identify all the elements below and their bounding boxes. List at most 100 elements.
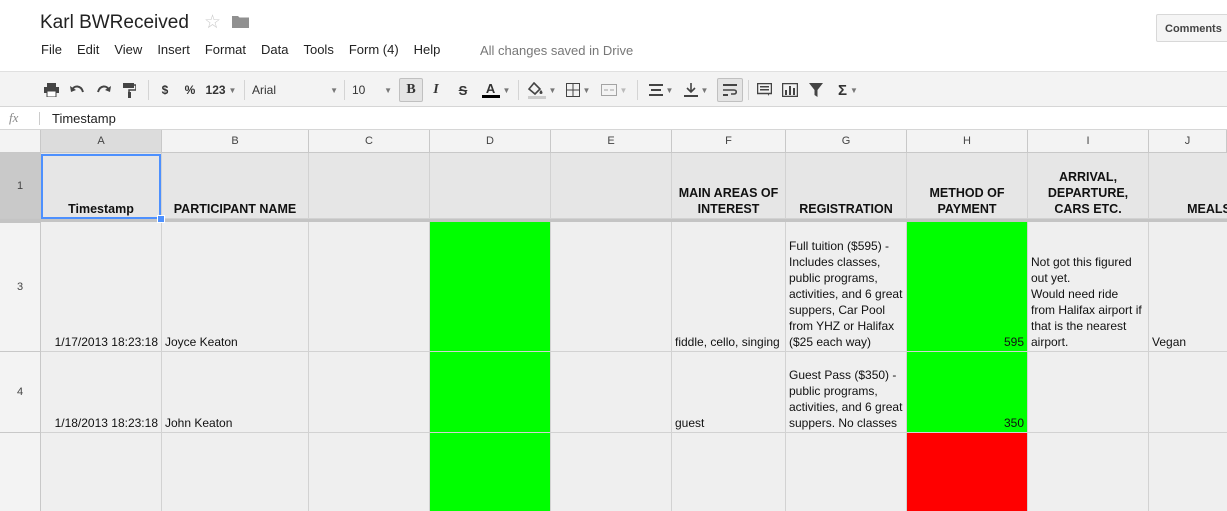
font-size-dropdown[interactable]: 10 ▼ xyxy=(352,80,392,100)
merge-icon xyxy=(600,84,617,96)
cell-e4[interactable] xyxy=(551,352,672,433)
select-all-corner[interactable] xyxy=(0,130,41,153)
vertical-align-button[interactable]: ▼ xyxy=(680,80,712,100)
wrap-text-button[interactable] xyxy=(717,78,743,102)
formula-input[interactable]: Timestamp xyxy=(52,111,116,126)
column-header-g[interactable]: G xyxy=(786,130,907,153)
undo-button[interactable] xyxy=(68,80,86,100)
cell-j1[interactable]: MEALS xyxy=(1149,153,1227,219)
redo-button[interactable] xyxy=(94,80,112,100)
star-icon[interactable]: ☆ xyxy=(204,11,221,34)
font-family-label: Arial xyxy=(252,83,277,97)
cell-b1[interactable]: PARTICIPANT NAME xyxy=(162,153,309,219)
cell-g1[interactable]: REGISTRATION xyxy=(786,153,907,219)
cell-e1[interactable] xyxy=(551,153,672,219)
cell-j4[interactable] xyxy=(1149,352,1227,433)
cell-g4[interactable]: Guest Pass ($350) - public programs, act… xyxy=(786,352,907,433)
column-header-c[interactable]: C xyxy=(309,130,430,153)
cell-f5[interactable] xyxy=(672,433,786,511)
column-header-d[interactable]: D xyxy=(430,130,551,153)
merge-cells-button[interactable]: ▼ xyxy=(598,80,630,100)
filter-button[interactable] xyxy=(807,80,825,100)
row-header-1[interactable]: 1 xyxy=(0,153,41,219)
text-color-button[interactable]: A ▼ xyxy=(479,80,513,100)
currency-format-button[interactable]: $ xyxy=(158,80,172,100)
insert-chart-button[interactable] xyxy=(781,80,799,100)
cell-d5[interactable] xyxy=(430,433,551,511)
column-header-h[interactable]: H xyxy=(907,130,1028,153)
row-header-4[interactable]: 4 xyxy=(0,352,41,433)
cell-h3[interactable]: 595 xyxy=(907,222,1028,352)
font-family-dropdown[interactable]: Arial ▼ xyxy=(252,80,338,100)
cell-h5[interactable] xyxy=(907,433,1028,511)
menu-edit[interactable]: Edit xyxy=(77,42,99,60)
cell-h4[interactable]: 350 xyxy=(907,352,1028,433)
functions-dropdown[interactable]: Σ ▼ xyxy=(833,80,863,100)
cell-a5[interactable] xyxy=(41,433,162,511)
fill-color-button[interactable]: ▼ xyxy=(526,80,558,100)
italic-button[interactable]: I xyxy=(428,80,444,100)
percent-format-button[interactable]: % xyxy=(183,80,197,100)
chart-icon xyxy=(782,83,798,97)
cell-g5[interactable] xyxy=(786,433,907,511)
print-button[interactable] xyxy=(42,80,60,100)
cell-e3[interactable] xyxy=(551,222,672,352)
cell-d4[interactable] xyxy=(430,352,551,433)
cell-b5[interactable] xyxy=(162,433,309,511)
menu-help[interactable]: Help xyxy=(414,42,441,60)
cell-b3[interactable]: Joyce Keaton xyxy=(162,222,309,352)
cell-c1[interactable] xyxy=(309,153,430,219)
menu-format[interactable]: Format xyxy=(205,42,246,60)
row-header-5[interactable] xyxy=(0,433,41,511)
comments-button[interactable]: Comments xyxy=(1156,14,1227,42)
number-format-dropdown[interactable]: 123 ▼ xyxy=(204,80,238,100)
menu-insert[interactable]: Insert xyxy=(157,42,190,60)
cell-i3[interactable]: Not got this figured out yet. Would need… xyxy=(1028,222,1149,352)
cell-h1[interactable]: METHOD OF PAYMENT xyxy=(907,153,1028,219)
row-header-3[interactable]: 3 xyxy=(0,222,41,352)
horizontal-align-button[interactable]: ▼ xyxy=(645,80,677,100)
bold-button[interactable]: B xyxy=(399,78,423,102)
cell-j3[interactable]: Vegan xyxy=(1149,222,1227,352)
menu-view[interactable]: View xyxy=(114,42,142,60)
menu-data[interactable]: Data xyxy=(261,42,288,60)
comment-icon xyxy=(756,83,772,96)
folder-icon[interactable] xyxy=(232,15,249,28)
cell-a1[interactable]: Timestamp xyxy=(41,153,162,219)
chevron-down-icon: ▼ xyxy=(548,85,557,95)
paint-format-button[interactable] xyxy=(120,80,138,100)
strikethrough-button[interactable]: S xyxy=(455,80,471,100)
cell-i4[interactable] xyxy=(1028,352,1149,433)
fill-handle[interactable] xyxy=(157,215,165,223)
cell-a3[interactable]: 1/17/2013 18:23:18 xyxy=(41,222,162,352)
menu-form[interactable]: Form (4) xyxy=(349,42,399,60)
cell-d1[interactable] xyxy=(430,153,551,219)
column-header-j[interactable]: J xyxy=(1149,130,1227,153)
cell-d3[interactable] xyxy=(430,222,551,352)
cell-f4[interactable]: guest xyxy=(672,352,786,433)
document-title[interactable]: Karl BWReceived xyxy=(40,12,189,34)
cell-i5[interactable] xyxy=(1028,433,1149,511)
borders-button[interactable]: ▼ xyxy=(563,80,593,100)
column-header-i[interactable]: I xyxy=(1028,130,1149,153)
cell-g3[interactable]: Full tuition ($595) - Includes classes, … xyxy=(786,222,907,352)
column-header-a[interactable]: A xyxy=(41,130,162,153)
cell-f1[interactable]: MAIN AREAS OF INTEREST xyxy=(672,153,786,219)
column-header-f[interactable]: F xyxy=(672,130,786,153)
cell-c5[interactable] xyxy=(309,433,430,511)
align-bottom-icon xyxy=(683,83,698,97)
insert-comment-button[interactable] xyxy=(755,80,773,100)
cell-j5[interactable] xyxy=(1149,433,1227,511)
cell-e5[interactable] xyxy=(551,433,672,511)
cell-a4[interactable]: 1/18/2013 18:23:18 xyxy=(41,352,162,433)
column-header-e[interactable]: E xyxy=(551,130,672,153)
chevron-down-icon: ▼ xyxy=(700,85,709,95)
cell-f3[interactable]: fiddle, cello, singing xyxy=(672,222,786,352)
menu-tools[interactable]: Tools xyxy=(303,42,333,60)
cell-i1[interactable]: ARRIVAL, DEPARTURE, CARS ETC. xyxy=(1028,153,1149,219)
cell-c3[interactable] xyxy=(309,222,430,352)
column-header-b[interactable]: B xyxy=(162,130,309,153)
cell-c4[interactable] xyxy=(309,352,430,433)
cell-b4[interactable]: John Keaton xyxy=(162,352,309,433)
menu-file[interactable]: File xyxy=(41,42,62,60)
